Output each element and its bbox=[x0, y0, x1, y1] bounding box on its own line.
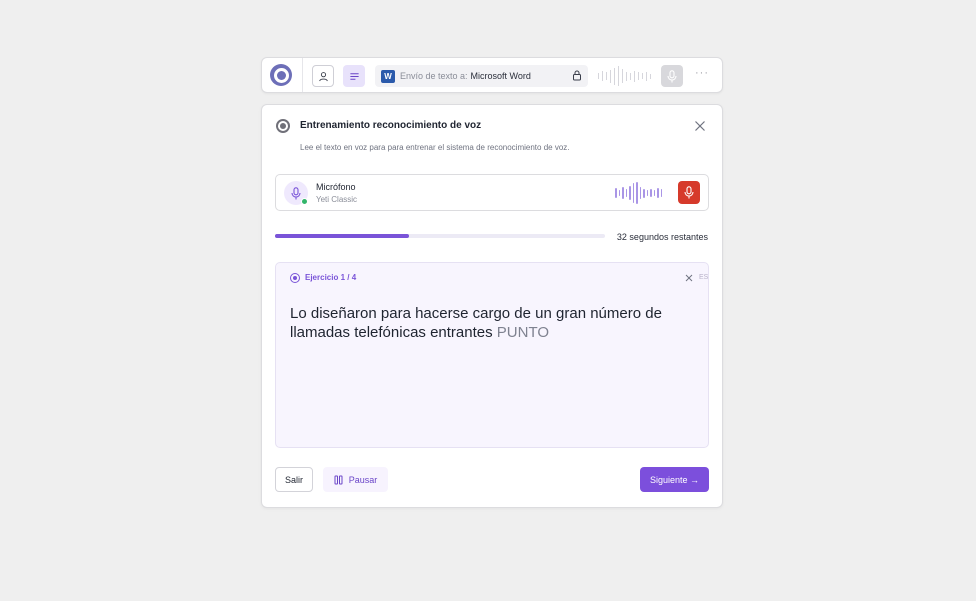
exit-button[interactable]: Salir bbox=[275, 467, 313, 492]
more-options-button[interactable]: ··· bbox=[695, 67, 709, 79]
dialog-title: Entrenamiento reconocimiento de voz bbox=[300, 120, 482, 131]
lock-icon[interactable] bbox=[572, 70, 582, 81]
microphone-card[interactable]: Micrófono Yeti Classic bbox=[275, 174, 709, 211]
target-prefix: Envío de texto a: bbox=[400, 71, 468, 81]
record-button[interactable] bbox=[678, 181, 700, 204]
pause-label: Pausar bbox=[348, 474, 378, 485]
microphone-label: Micrófono bbox=[316, 182, 356, 192]
progress-fill bbox=[275, 234, 409, 238]
word-icon: W bbox=[381, 69, 395, 83]
pause-icon bbox=[334, 475, 343, 484]
toolbar-mic-button[interactable] bbox=[661, 65, 683, 87]
text-mode-button[interactable] bbox=[343, 65, 365, 87]
close-icon[interactable] bbox=[685, 274, 693, 282]
microphone-audio-level bbox=[615, 182, 671, 204]
text-target-selector[interactable]: W Envío de texto a: Microsoft Word bbox=[375, 65, 588, 87]
voice-command: PUNTO bbox=[496, 324, 550, 341]
progress-bar bbox=[275, 234, 605, 238]
toolbar-audio-level bbox=[598, 66, 654, 86]
exercise-icon bbox=[290, 273, 300, 283]
microphone-icon bbox=[667, 69, 677, 82]
dictation-toolbar: W Envío de texto a: Microsoft Word ··· bbox=[261, 57, 723, 93]
time-remaining: 32 segundos restantes bbox=[616, 232, 708, 242]
microphone-icon bbox=[291, 186, 301, 199]
exercise-card: Ejercicio 1 / 4 ES Lo diseñaron para hac… bbox=[275, 262, 709, 448]
training-icon bbox=[276, 119, 290, 133]
toolbar-divider bbox=[302, 58, 303, 92]
language-badge: ES bbox=[699, 274, 709, 281]
target-app-name: Microsoft Word bbox=[470, 71, 531, 81]
pause-button[interactable]: Pausar bbox=[323, 467, 388, 492]
dialog-description: Lee el texto en voz para para entrenar e… bbox=[300, 143, 570, 152]
voice-training-dialog: Entrenamiento reconocimiento de voz Lee … bbox=[261, 104, 723, 508]
microphone-icon bbox=[684, 186, 694, 199]
app-logo-icon[interactable] bbox=[270, 64, 292, 86]
microphone-device-name: Yeti Classic bbox=[316, 195, 358, 204]
exercise-counter: Ejercicio 1 / 4 bbox=[305, 273, 357, 282]
close-icon[interactable] bbox=[694, 120, 706, 132]
online-status-dot bbox=[301, 198, 308, 205]
text-lines-icon bbox=[349, 72, 359, 80]
exercise-sentence: Lo diseñaron para hacerse cargo de un gr… bbox=[290, 305, 662, 341]
user-icon bbox=[318, 71, 328, 81]
next-button[interactable]: Siguiente → bbox=[640, 467, 709, 492]
exercise-text: Lo diseñaron para hacerse cargo de un gr… bbox=[290, 304, 670, 342]
profile-button[interactable] bbox=[312, 65, 334, 87]
